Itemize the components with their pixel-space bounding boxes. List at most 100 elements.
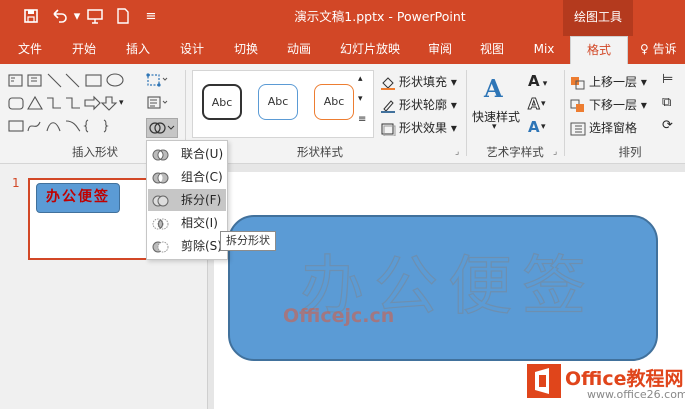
separator [564,70,565,156]
send-backward-icon [570,99,586,113]
merge-shapes-menu: 联合(U) 组合(C) 拆分(F) 相交(I) 剪除(S) [146,140,228,260]
combine-label: 组合(C) [181,170,223,184]
selection-pane-label: 选择窗格 [589,121,638,135]
bring-forward-icon [570,76,586,90]
send-backward-button[interactable]: 下移一层 ▾ [570,95,647,115]
group-label-insert-shapes: 插入形状 [72,145,118,159]
quick-styles-button[interactable]: A 快速样式 ▾ [472,72,524,134]
menu-item-intersect[interactable]: 相交(I) [148,212,226,234]
shape-outline-button[interactable]: 形状轮廓 ▾ [380,95,457,115]
edit-shape-icon[interactable] [146,72,168,91]
ribbon-tabs: 文件 开始 插入 设计 切换 动画 幻灯片放映 审阅 视图 Mix 格式 ♀ 告… [0,36,685,64]
dialog-launcher-icon[interactable]: ⌟ [455,147,459,157]
new-icon[interactable] [114,8,132,26]
selection-pane-icon [570,122,586,136]
group-objects-icon[interactable]: ⧉ [662,95,671,110]
combine-icon [152,170,169,184]
tab-mix[interactable]: Mix [524,36,564,64]
gallery-down-icon[interactable]: ▾ [119,98,124,108]
tab-design[interactable]: 设计 [172,36,212,64]
tab-slideshow[interactable]: 幻灯片放映 [332,36,408,64]
tab-view[interactable]: 视图 [472,36,512,64]
paint-bucket-icon [380,76,396,90]
fragment-tooltip: 拆分形状 [220,231,276,251]
thumbnail-shape: 办公便签 [36,183,120,213]
save-icon[interactable] [22,8,40,26]
tab-review[interactable]: 审阅 [420,36,460,64]
bring-forward-button[interactable]: 上移一层 ▾ [570,72,647,92]
group-label-arrange: 排列 [618,145,642,159]
pen-icon [380,99,396,113]
dropdown-icon: ▾ [637,98,647,112]
watermark-url: www.office26.com [587,388,685,401]
shape-effects-label: 形状效果 [399,121,448,135]
style-preset-blue[interactable]: Abc [258,84,298,120]
menu-item-subtract[interactable]: 剪除(S) [148,235,226,257]
fragment-label: 拆分(F) [181,193,222,207]
tab-home[interactable]: 开始 [64,36,104,64]
text-outline-icon[interactable]: A [528,95,541,114]
watermark-site-name: Office教程网 [565,368,684,390]
dropdown-icon: ▾ [637,75,647,89]
tab-animations[interactable]: 动画 [279,36,319,64]
undo-icon[interactable] [50,8,68,26]
gallery-scroll-up-icon[interactable]: ▴ [358,74,363,84]
gallery-scroll-down-icon[interactable]: ▾ [358,94,363,104]
tab-insert[interactable]: 插入 [118,36,158,64]
separator [466,70,467,156]
text-box-icon[interactable] [146,95,168,114]
watermark-officejc: Officejc.cn [283,305,395,327]
shape-fill-label: 形状填充 [399,75,448,89]
menu-item-combine[interactable]: 组合(C) [148,166,226,188]
tab-transitions[interactable]: 切换 [226,36,266,64]
tab-tell-me[interactable]: ♀ 告诉 [640,36,685,64]
intersect-label: 相交(I) [181,216,218,230]
dropdown-icon: ▾ [447,75,457,89]
menu-item-union[interactable]: 联合(U) [148,143,226,165]
dropdown-icon[interactable]: ▾ [541,99,546,109]
bring-forward-label: 上移一层 [589,75,638,89]
effects-icon [380,122,396,136]
text-effects-icon[interactable]: A [528,118,540,136]
menu-item-fragment[interactable]: 拆分(F) [148,189,226,211]
ribbon: ▾ 插入形状 Abc Abc Abc ▴ ▾ ≡ 形状填充 ▾ 形状轮廓 ▾ 形… [0,64,685,164]
intersect-icon [152,216,169,230]
lightbulb-icon: ♀ [640,42,649,56]
selection-pane-button[interactable]: 选择窗格 [570,118,637,138]
style-preset-orange[interactable]: Abc [314,84,354,120]
quick-styles-icon: A [484,74,503,103]
dropdown-icon: ▾ [492,122,497,132]
align-icon[interactable]: ⊨ [662,72,673,87]
send-backward-label: 下移一层 [589,98,638,112]
rotate-icon[interactable]: ⟳ [662,118,673,133]
dropdown-icon[interactable]: ▾ [541,122,546,132]
group-label-art-text: 艺术字样式 [486,145,544,159]
shape-effects-button[interactable]: 形状效果 ▾ [380,118,457,138]
group-label-shape-styles: 形状样式 [297,145,343,159]
tab-file[interactable]: 文件 [10,36,50,64]
shape-outline-label: 形状轮廓 [399,98,448,112]
drawing-tools-label: 绘图工具 [563,0,633,36]
dropdown-icon: ▾ [447,121,457,135]
union-icon [152,147,169,161]
shapes-gallery-icons[interactable] [6,70,130,138]
customize-icon[interactable]: ≡ [142,8,160,26]
dropdown-icon: ▾ [447,98,457,112]
subtract-icon [152,239,169,253]
tab-format[interactable]: 格式 [570,36,628,64]
undo-dropdown-icon[interactable]: ▾ [68,8,86,26]
office-logo-icon [527,364,561,398]
dialog-launcher-icon[interactable]: ⌟ [553,147,557,157]
shapes-gallery[interactable]: ▾ [6,70,130,138]
present-icon[interactable] [86,8,104,26]
gallery-more-icon[interactable]: ≡ [358,114,366,125]
tell-me-label: 告诉 [652,42,677,56]
merge-shapes-button[interactable] [146,118,178,138]
shape-fill-button[interactable]: 形状填充 ▾ [380,72,457,92]
text-fill-icon[interactable]: A ▾ [528,72,547,90]
fragment-icon [152,193,169,207]
window-title: 演示文稿1.pptx - PowerPoint [294,9,466,24]
watermark-office26: Office教程网 www.office26.com [527,362,685,409]
union-label: 联合(U) [181,147,224,161]
style-preset-dark[interactable]: Abc [202,84,242,120]
